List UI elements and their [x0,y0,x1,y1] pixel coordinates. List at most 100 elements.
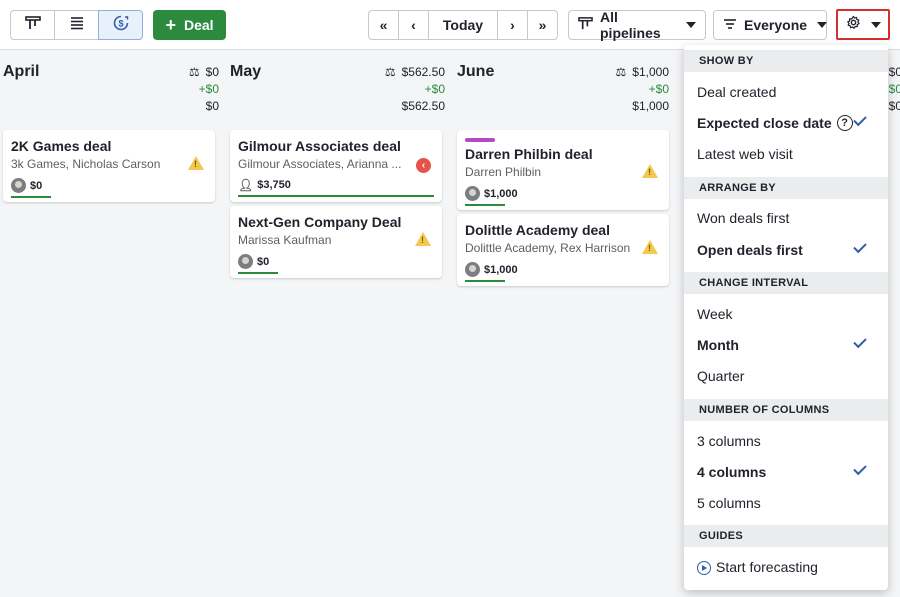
checkmark-icon [853,239,867,254]
deal-card[interactable]: Darren Philbin deal Darren Philbin ! $1,… [457,130,669,210]
settings-dropdown-menu: SHOW BY Deal created Expected close date… [684,45,888,590]
menu-item-deal-created[interactable]: Deal created [684,77,888,107]
deal-subtitle: Darren Philbin [465,165,542,179]
menu-item-4-columns[interactable]: 4 columns [684,457,888,487]
deal-value: $1,000 [484,263,518,276]
view-switcher: $ [10,10,143,40]
jump-back-button[interactable]: « [368,10,399,40]
menu-item-latest-web-visit[interactable]: Latest web visit [684,139,888,169]
column-sum: $0 [205,99,219,113]
menu-item-expected-close-date[interactable]: Expected close date ? [684,108,888,138]
menu-item-month[interactable]: Month [684,330,888,360]
column-won: +$0 [648,82,669,96]
menu-item-label: Month [697,337,739,353]
menu-item-label: Deal created [697,84,777,100]
rotting-badge-icon: ‹ [416,158,431,173]
progress-underline [238,272,278,274]
deal-title: Darren Philbin deal [465,146,593,162]
column-header: May ⚖ $562.50 +$0 $562.50 [227,51,451,123]
menu-item-label: 4 columns [697,464,767,480]
section-header-arrange-by: ARRANGE BY [684,177,888,199]
avatar [465,262,480,277]
progress-underline [11,196,51,198]
column-total: $0 [205,65,219,79]
column-sums: ⚖ $562.50 +$0 $562.50 [385,64,445,115]
gear-icon [846,15,861,35]
pipeline-icon [578,16,593,34]
pipeline-view-button[interactable] [10,10,55,40]
section-header-guides: GUIDES [684,525,888,547]
deal-subtitle: Gilmour Associates, Arianna ... [238,157,402,171]
deal-footer: $0 [11,178,51,198]
menu-item-week[interactable]: Week [684,299,888,329]
column-title: May [230,63,262,80]
column-header: April ⚖ $0 +$0 $0 [0,51,225,123]
list-view-icon [70,16,84,35]
forecast-view-icon: $ [113,15,129,36]
progress-underline [238,195,434,197]
chevron-left-icon: ‹ [411,17,416,33]
section-header-change-interval: CHANGE INTERVAL [684,272,888,294]
deal-value: $0 [30,179,43,192]
checkmark-icon [853,461,867,476]
toolbar: $ + Deal « ‹ Today › » All pipelines Eve… [0,0,900,50]
warning-icon: ! [188,156,204,170]
help-icon[interactable]: ? [836,115,853,131]
scale-icon: ⚖ [188,65,200,79]
checkmark-icon [853,334,867,349]
forecast-view-button[interactable]: $ [98,10,143,40]
pipeline-view-icon [24,15,41,36]
deal-card[interactable]: 2K Games deal 3k Games, Nicholas Carson … [3,130,215,202]
column-total: $562.50 [401,65,445,79]
menu-item-quarter[interactable]: Quarter [684,361,888,391]
today-button[interactable]: Today [428,10,498,40]
pipeline-select[interactable]: All pipelines [568,9,706,41]
caret-down-icon [817,22,828,28]
progress-underline [465,204,505,206]
menu-item-3-columns[interactable]: 3 columns [684,426,888,456]
column-title: June [457,63,495,80]
menu-item-label: Week [697,306,733,322]
plus-icon: + [165,15,176,35]
menu-item-label: 5 columns [697,495,761,511]
scale-icon: ⚖ [615,65,627,79]
deal-value: $1,000 [484,187,518,200]
section-header-show-by: SHOW BY [684,50,888,72]
deal-title: Gilmour Associates deal [238,138,401,154]
deal-footer: $1,000 [465,186,518,206]
menu-item-label: Won deals first [697,210,790,226]
double-chevron-right-icon: » [538,17,547,33]
menu-item-start-forecasting[interactable]: Start forecasting [684,552,888,582]
settings-menu-button[interactable] [836,9,890,40]
next-period-button[interactable]: › [497,10,528,40]
add-deal-button[interactable]: + Deal [153,10,226,40]
deal-footer: $1,000 [465,262,518,282]
menu-item-5-columns[interactable]: 5 columns [684,488,888,518]
deal-card[interactable]: Next-Gen Company Deal Marissa Kaufman ! … [230,206,442,278]
list-view-button[interactable] [54,10,99,40]
column-sums: ⚖ $0 +$0 $0 [189,64,219,115]
column-won: +$0 [424,82,445,96]
deal-subtitle: 3k Games, Nicholas Carson [11,157,161,171]
deal-label-tag [465,138,495,142]
column-won: +$0 [198,82,219,96]
menu-item-open-deals-first[interactable]: Open deals first [684,235,888,265]
period-navigation: « ‹ Today › » [368,10,558,40]
menu-item-label: Latest web visit [697,146,793,162]
deal-card[interactable]: Dolittle Academy deal Dolittle Academy, … [457,214,669,286]
double-chevron-left-icon: « [379,17,388,33]
deal-title: 2K Games deal [11,138,112,154]
deal-card[interactable]: Gilmour Associates deal Gilmour Associat… [230,130,442,202]
jump-forward-button[interactable]: » [527,10,558,40]
column-sum: $562.50 [401,99,445,113]
column-total: $1,000 [632,65,669,79]
previous-period-button[interactable]: ‹ [398,10,429,40]
column-sums: ⚖ $1,000 +$0 $1,000 [616,64,669,115]
owner-filter-select[interactable]: Everyone [713,10,828,40]
svg-text:$: $ [118,18,123,28]
deal-footer: 👤︎ $3,750 [238,178,434,197]
menu-item-won-deals-first[interactable]: Won deals first [684,203,888,233]
warning-icon: ! [415,232,431,246]
menu-item-label: Open deals first [697,242,803,258]
pipeline-select-label: All pipelines [600,9,661,41]
